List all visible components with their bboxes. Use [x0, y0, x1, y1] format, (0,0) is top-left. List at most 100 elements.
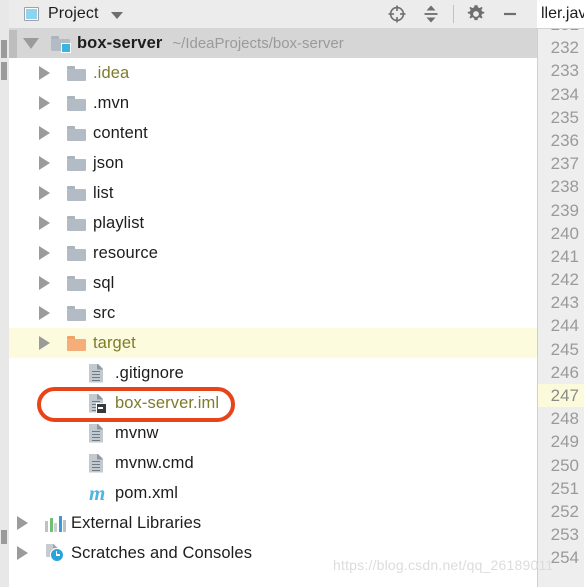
editor-tab[interactable]: ller.jav	[537, 0, 584, 28]
iml-file-icon	[89, 393, 107, 414]
line-number: 241	[550, 246, 579, 266]
chevron-right-icon	[39, 186, 50, 200]
chevron-down-icon	[23, 37, 39, 49]
expand-toggle[interactable]	[39, 336, 61, 350]
expand-toggle[interactable]	[39, 276, 61, 290]
line-number: 237	[550, 154, 579, 174]
expand-toggle[interactable]	[39, 66, 61, 80]
row-icon-box	[67, 125, 93, 141]
chevron-right-icon	[39, 96, 50, 110]
line-number: 231	[538, 29, 584, 36]
folder-icon	[67, 125, 86, 141]
tree-row-label: Scratches and Consoles	[71, 543, 253, 562]
row-icon-box	[67, 275, 93, 291]
tree-row-box-server-iml[interactable]: box-server.iml	[9, 388, 537, 418]
folder-icon	[67, 275, 86, 291]
row-icon-box	[89, 423, 115, 443]
folder-icon	[67, 95, 86, 111]
locate-in-tree-button[interactable]	[380, 1, 414, 27]
tree-row-label: .mvn	[93, 93, 130, 112]
line-number: 250	[550, 455, 579, 475]
collapse-all-button[interactable]	[414, 1, 448, 27]
watermark-text: https://blog.csdn.net/qq_26189011	[333, 557, 554, 573]
expand-toggle[interactable]	[39, 216, 61, 230]
chevron-right-icon	[39, 216, 50, 230]
crosshair-target-icon	[388, 5, 406, 23]
line-number: 235	[550, 107, 579, 127]
tree-row-external-libraries[interactable]: External Libraries	[9, 508, 537, 538]
folder-icon	[67, 245, 86, 261]
collapse-all-icon	[424, 5, 438, 23]
row-icon-box	[45, 515, 71, 532]
chevron-right-icon	[39, 336, 50, 350]
expand-toggle[interactable]	[39, 246, 61, 260]
editor-panel: ller.jav 2312322332342352362372382392402…	[537, 0, 584, 587]
expand-toggle[interactable]	[39, 96, 61, 110]
tree-row-label: target	[93, 333, 136, 352]
tree-row-label: box-server.iml	[115, 393, 220, 412]
project-folder-icon	[51, 35, 71, 53]
row-icon-box	[67, 65, 93, 81]
row-icon-box	[67, 305, 93, 321]
tree-row-label: pom.xml	[115, 483, 179, 502]
row-icon-box	[67, 185, 93, 201]
tree-row-label: mvnw.cmd	[115, 453, 194, 472]
folder-icon	[67, 65, 86, 81]
tool-window-actions	[380, 1, 537, 27]
expand-toggle[interactable]	[39, 126, 61, 140]
tree-row-target[interactable]: target	[9, 328, 537, 358]
root-expand-toggle[interactable]	[23, 37, 45, 49]
project-tool-window-header: Project	[9, 0, 537, 29]
tree-row-json[interactable]: json	[9, 148, 537, 178]
file-icon	[89, 363, 105, 383]
chevron-right-icon	[39, 156, 50, 170]
settings-button[interactable]	[459, 1, 493, 27]
line-number: 252	[550, 501, 579, 521]
expand-toggle[interactable]	[39, 306, 61, 320]
row-icon-box	[67, 155, 93, 171]
tree-root-row[interactable]: box-server ~/IdeaProjects/box-server	[9, 28, 537, 58]
tree-row-content[interactable]: content	[9, 118, 537, 148]
line-number: 246	[550, 362, 579, 382]
chevron-right-icon	[39, 276, 50, 290]
row-icon-box	[67, 245, 93, 261]
chevron-right-icon	[39, 306, 50, 320]
maven-pom-icon: m	[89, 480, 106, 505]
chevron-right-icon	[39, 126, 50, 140]
expand-toggle[interactable]	[39, 156, 61, 170]
tree-row-list[interactable]: list	[9, 178, 537, 208]
tree-row-playlist[interactable]: playlist	[9, 208, 537, 238]
tree-row-label: mvnw	[115, 423, 159, 442]
tree-row-gitignore[interactable]: .gitignore	[9, 358, 537, 388]
expand-toggle[interactable]	[39, 186, 61, 200]
line-number: 239	[550, 200, 579, 220]
chevron-right-icon	[17, 516, 28, 530]
line-number: 244	[550, 316, 579, 336]
tree-row-mvnw-cmd[interactable]: mvnw.cmd	[9, 448, 537, 478]
tree-row-mvn[interactable]: .mvn	[9, 88, 537, 118]
chevron-down-icon[interactable]	[110, 11, 123, 19]
tree-row-label: External Libraries	[71, 513, 202, 532]
line-number: 251	[550, 478, 579, 498]
expand-toggle[interactable]	[17, 516, 39, 530]
tree-row-pom-xml[interactable]: m pom.xml	[9, 478, 537, 508]
tree-row-idea[interactable]: .idea	[9, 58, 537, 88]
line-number: 232	[550, 38, 579, 58]
tree-row-label: sql	[93, 273, 115, 292]
line-number: 233	[550, 61, 579, 81]
line-number: 248	[550, 409, 579, 429]
tree-row-label: .gitignore	[115, 363, 184, 382]
chevron-right-icon	[39, 66, 50, 80]
tree-row-resource[interactable]: resource	[9, 238, 537, 268]
project-title-group[interactable]: Project	[9, 5, 123, 23]
tree-row-label: json	[93, 153, 124, 172]
tree-row-src[interactable]: src	[9, 298, 537, 328]
minimize-dash-icon	[504, 12, 516, 16]
expand-toggle[interactable]	[17, 546, 39, 560]
tree-row-mvnw[interactable]: mvnw	[9, 418, 537, 448]
folder-icon	[67, 215, 86, 231]
file-icon	[89, 423, 105, 443]
tree-row-sql[interactable]: sql	[9, 268, 537, 298]
scratches-icon	[45, 544, 64, 562]
hide-button[interactable]	[493, 1, 527, 27]
